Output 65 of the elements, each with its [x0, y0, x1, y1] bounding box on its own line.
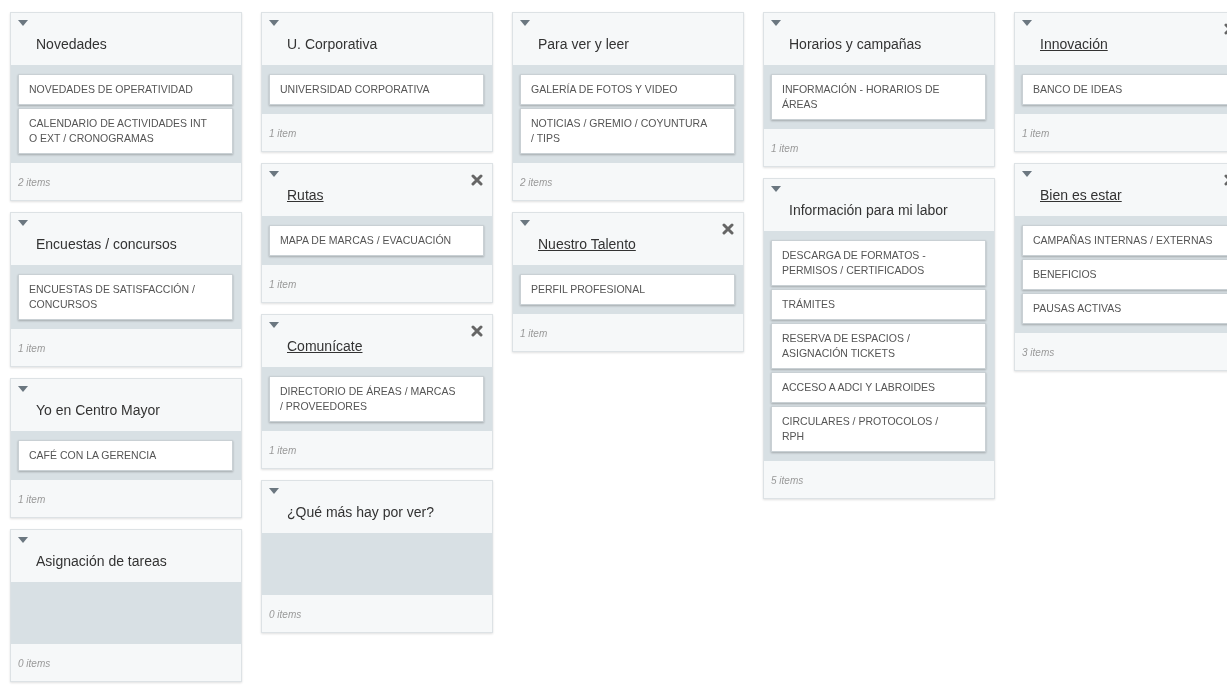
caret-icon[interactable] [520, 20, 530, 26]
item-count: 0 items [18, 658, 51, 669]
list-title[interactable]: Comunícate [287, 338, 363, 354]
card[interactable]: CALENDARIO DE ACTIVIDADES INT O EXT / CRONOGRAMAS [18, 108, 233, 154]
caret-icon[interactable] [18, 537, 28, 543]
caret-icon[interactable] [18, 220, 28, 226]
close-icon[interactable] [471, 325, 483, 337]
card[interactable]: BENEFICIOS [1022, 259, 1227, 290]
item-count: 1 item [269, 279, 297, 290]
item-count: 1 item [18, 494, 46, 505]
list-title: Encuestas / concursos [36, 236, 177, 252]
item-count: 1 item [1022, 128, 1050, 139]
list-title: Novedades [36, 36, 107, 52]
list-title: Para ver y leer [538, 36, 630, 52]
list-title[interactable]: Bien es estar [1040, 187, 1122, 203]
item-count: 5 items [771, 475, 804, 486]
card[interactable]: ACCESO A ADCI Y LABROIDES [771, 372, 986, 403]
close-icon[interactable] [722, 223, 734, 235]
card[interactable]: ENCUESTAS DE SATISFACCIÓN / CONCURSOS [18, 274, 233, 320]
item-count: 2 items [520, 177, 553, 188]
close-icon[interactable] [471, 174, 483, 186]
card[interactable]: TRÁMITES [771, 289, 986, 320]
item-count: 1 item [520, 328, 548, 339]
list-title: ¿Qué más hay por ver? [287, 504, 435, 520]
item-count: 1 item [18, 343, 46, 354]
item-count: 1 item [269, 445, 297, 456]
list-title: Información para mi labor [789, 202, 948, 218]
list-title: Horarios y campañas [789, 36, 922, 52]
card[interactable]: INFORMACIÓN - HORARIOS DE ÁREAS [771, 74, 986, 120]
list-title: Yo en Centro Mayor [36, 402, 160, 418]
card[interactable]: CAFÉ CON LA GERENCIA [18, 440, 233, 471]
caret-icon[interactable] [269, 488, 279, 494]
item-count: 0 items [269, 609, 302, 620]
caret-icon[interactable] [269, 171, 279, 177]
card[interactable]: GALERÍA DE FOTOS Y VIDEO [520, 74, 735, 105]
caret-icon[interactable] [18, 386, 28, 392]
card[interactable]: PERFIL PROFESIONAL [520, 274, 735, 305]
caret-icon[interactable] [771, 186, 781, 192]
card[interactable]: UNIVERSIDAD CORPORATIVA [269, 74, 484, 105]
card[interactable]: BANCO DE IDEAS [1022, 74, 1227, 105]
card[interactable]: NOTICIAS / GREMIO / COYUNTURA / TIPS [520, 108, 735, 154]
caret-icon[interactable] [1022, 171, 1032, 177]
list-title[interactable]: Rutas [287, 187, 324, 203]
caret-icon[interactable] [269, 20, 279, 26]
list-title: Asignación de tareas [36, 553, 167, 569]
card[interactable]: PAUSAS ACTIVAS [1022, 293, 1227, 324]
card[interactable]: NOVEDADES DE OPERATIVIDAD [18, 74, 233, 105]
caret-icon[interactable] [269, 322, 279, 328]
card[interactable]: DESCARGA DE FORMATOS - PERMISOS / CERTIFICADOS [771, 240, 986, 286]
card[interactable]: RESERVA DE ESPACIOS / ASIGNACIÓN TICKETS [771, 323, 986, 369]
card[interactable]: CAMPAÑAS INTERNAS / EXTERNAS [1022, 225, 1227, 256]
item-count: 1 item [269, 128, 297, 139]
list-title[interactable]: Nuestro Talento [538, 236, 636, 252]
caret-icon[interactable] [1022, 20, 1032, 26]
item-count: 1 item [771, 143, 799, 154]
card[interactable]: MAPA DE MARCAS / EVACUACIÓN [269, 225, 484, 256]
caret-icon[interactable] [18, 20, 28, 26]
item-count: 3 items [1022, 347, 1055, 358]
caret-icon[interactable] [520, 220, 530, 226]
item-count: 2 items [18, 177, 51, 188]
card[interactable]: DIRECTORIO DE ÁREAS / MARCAS / PROVEEDORES [269, 376, 484, 422]
card[interactable]: CIRCULARES / PROTOCOLOS / RPH [771, 406, 986, 452]
list-title: U. Corporativa [287, 36, 378, 52]
caret-icon[interactable] [771, 20, 781, 26]
list-title[interactable]: Innovación [1040, 36, 1108, 52]
